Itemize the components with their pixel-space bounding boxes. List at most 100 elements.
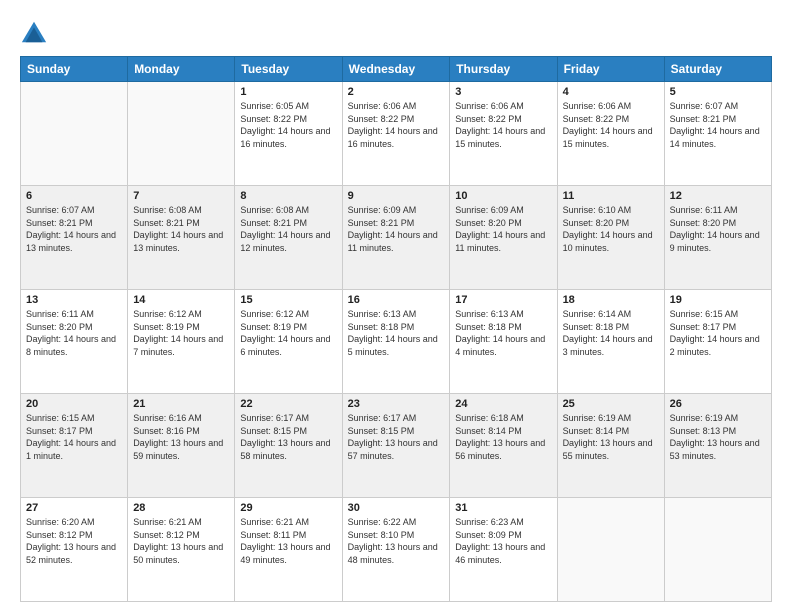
day-number: 31: [455, 502, 551, 514]
calendar-cell: [557, 498, 664, 602]
calendar-cell: 13 Sunrise: 6:11 AM Sunset: 8:20 PM Dayli…: [21, 290, 128, 394]
day-info: Sunrise: 6:21 AM Sunset: 8:12 PM Dayligh…: [133, 516, 229, 566]
day-info: Sunrise: 6:13 AM Sunset: 8:18 PM Dayligh…: [348, 308, 445, 358]
calendar-week-3: 13 Sunrise: 6:11 AM Sunset: 8:20 PM Dayli…: [21, 290, 772, 394]
day-number: 18: [563, 294, 659, 306]
day-number: 15: [240, 294, 336, 306]
day-info: Sunrise: 6:18 AM Sunset: 8:14 PM Dayligh…: [455, 412, 551, 462]
calendar-cell: 27 Sunrise: 6:20 AM Sunset: 8:12 PM Dayli…: [21, 498, 128, 602]
day-number: 23: [348, 398, 445, 410]
day-number: 9: [348, 190, 445, 202]
day-info: Sunrise: 6:09 AM Sunset: 8:20 PM Dayligh…: [455, 204, 551, 254]
day-number: 4: [563, 86, 659, 98]
day-number: 24: [455, 398, 551, 410]
weekday-sunday: Sunday: [21, 57, 128, 82]
day-info: Sunrise: 6:06 AM Sunset: 8:22 PM Dayligh…: [455, 100, 551, 150]
day-number: 1: [240, 86, 336, 98]
calendar-cell: 21 Sunrise: 6:16 AM Sunset: 8:16 PM Dayli…: [128, 394, 235, 498]
calendar-header: SundayMondayTuesdayWednesdayThursdayFrid…: [21, 57, 772, 82]
day-info: Sunrise: 6:11 AM Sunset: 8:20 PM Dayligh…: [670, 204, 766, 254]
day-info: Sunrise: 6:12 AM Sunset: 8:19 PM Dayligh…: [133, 308, 229, 358]
calendar-cell: 2Sunrise: 6:06 AM Sunset: 8:22 PM Daylig…: [342, 82, 450, 186]
weekday-saturday: Saturday: [664, 57, 771, 82]
page: SundayMondayTuesdayWednesdayThursdayFrid…: [0, 0, 792, 612]
day-number: 26: [670, 398, 766, 410]
calendar-cell: 9Sunrise: 6:09 AM Sunset: 8:21 PM Daylig…: [342, 186, 450, 290]
calendar-cell: 5 Sunrise: 6:07 AM Sunset: 8:21 PM Daylig…: [664, 82, 771, 186]
day-info: Sunrise: 6:15 AM Sunset: 8:17 PM Dayligh…: [26, 412, 122, 462]
calendar-week-1: 1Sunrise: 6:05 AM Sunset: 8:22 PM Daylig…: [21, 82, 772, 186]
calendar-cell: 11 Sunrise: 6:10 AM Sunset: 8:20 PM Dayli…: [557, 186, 664, 290]
calendar-cell: 8 Sunrise: 6:08 AM Sunset: 8:21 PM Daylig…: [235, 186, 342, 290]
day-number: 30: [348, 502, 445, 514]
day-number: 7: [133, 190, 229, 202]
day-number: 22: [240, 398, 336, 410]
day-number: 11: [563, 190, 659, 202]
calendar-cell: 15 Sunrise: 6:12 AM Sunset: 8:19 PM Dayli…: [235, 290, 342, 394]
day-info: Sunrise: 6:14 AM Sunset: 8:18 PM Dayligh…: [563, 308, 659, 358]
weekday-wednesday: Wednesday: [342, 57, 450, 82]
day-number: 17: [455, 294, 551, 306]
calendar-cell: 25 Sunrise: 6:19 AM Sunset: 8:14 PM Dayli…: [557, 394, 664, 498]
day-info: Sunrise: 6:20 AM Sunset: 8:12 PM Dayligh…: [26, 516, 122, 566]
logo-icon: [20, 18, 48, 46]
calendar-week-5: 27 Sunrise: 6:20 AM Sunset: 8:12 PM Dayli…: [21, 498, 772, 602]
day-info: Sunrise: 6:07 AM Sunset: 8:21 PM Dayligh…: [670, 100, 766, 150]
calendar-cell: 3Sunrise: 6:06 AM Sunset: 8:22 PM Daylig…: [450, 82, 557, 186]
calendar-week-4: 20 Sunrise: 6:15 AM Sunset: 8:17 PM Dayli…: [21, 394, 772, 498]
calendar-cell: 19Sunrise: 6:15 AM Sunset: 8:17 PM Dayli…: [664, 290, 771, 394]
day-number: 5: [670, 86, 766, 98]
day-info: Sunrise: 6:19 AM Sunset: 8:14 PM Dayligh…: [563, 412, 659, 462]
calendar-cell: 24 Sunrise: 6:18 AM Sunset: 8:14 PM Dayli…: [450, 394, 557, 498]
calendar-cell: [128, 82, 235, 186]
weekday-tuesday: Tuesday: [235, 57, 342, 82]
calendar-cell: 14Sunrise: 6:12 AM Sunset: 8:19 PM Dayli…: [128, 290, 235, 394]
calendar-cell: [664, 498, 771, 602]
day-number: 16: [348, 294, 445, 306]
day-info: Sunrise: 6:21 AM Sunset: 8:11 PM Dayligh…: [240, 516, 336, 566]
day-number: 13: [26, 294, 122, 306]
day-number: 2: [348, 86, 445, 98]
day-number: 25: [563, 398, 659, 410]
weekday-monday: Monday: [128, 57, 235, 82]
day-info: Sunrise: 6:08 AM Sunset: 8:21 PM Dayligh…: [240, 204, 336, 254]
calendar-cell: 20 Sunrise: 6:15 AM Sunset: 8:17 PM Dayli…: [21, 394, 128, 498]
day-number: 12: [670, 190, 766, 202]
day-info: Sunrise: 6:10 AM Sunset: 8:20 PM Dayligh…: [563, 204, 659, 254]
calendar-body: 1Sunrise: 6:05 AM Sunset: 8:22 PM Daylig…: [21, 82, 772, 602]
calendar-cell: 22Sunrise: 6:17 AM Sunset: 8:15 PM Dayli…: [235, 394, 342, 498]
calendar-table: SundayMondayTuesdayWednesdayThursdayFrid…: [20, 56, 772, 602]
day-number: 19: [670, 294, 766, 306]
calendar-cell: 18 Sunrise: 6:14 AM Sunset: 8:18 PM Dayli…: [557, 290, 664, 394]
calendar-cell: 26 Sunrise: 6:19 AM Sunset: 8:13 PM Dayli…: [664, 394, 771, 498]
calendar-cell: 17Sunrise: 6:13 AM Sunset: 8:18 PM Dayli…: [450, 290, 557, 394]
calendar-cell: 12 Sunrise: 6:11 AM Sunset: 8:20 PM Dayli…: [664, 186, 771, 290]
day-number: 21: [133, 398, 229, 410]
calendar-cell: 1Sunrise: 6:05 AM Sunset: 8:22 PM Daylig…: [235, 82, 342, 186]
calendar-cell: [21, 82, 128, 186]
calendar-cell: 30 Sunrise: 6:22 AM Sunset: 8:10 PM Dayli…: [342, 498, 450, 602]
day-info: Sunrise: 6:16 AM Sunset: 8:16 PM Dayligh…: [133, 412, 229, 462]
day-info: Sunrise: 6:12 AM Sunset: 8:19 PM Dayligh…: [240, 308, 336, 358]
day-number: 6: [26, 190, 122, 202]
calendar-cell: 29 Sunrise: 6:21 AM Sunset: 8:11 PM Dayli…: [235, 498, 342, 602]
calendar-cell: 16 Sunrise: 6:13 AM Sunset: 8:18 PM Dayli…: [342, 290, 450, 394]
calendar-cell: 10 Sunrise: 6:09 AM Sunset: 8:20 PM Dayli…: [450, 186, 557, 290]
day-number: 28: [133, 502, 229, 514]
day-number: 10: [455, 190, 551, 202]
day-number: 20: [26, 398, 122, 410]
day-info: Sunrise: 6:11 AM Sunset: 8:20 PM Dayligh…: [26, 308, 122, 358]
calendar-cell: 4 Sunrise: 6:06 AM Sunset: 8:22 PM Daylig…: [557, 82, 664, 186]
day-info: Sunrise: 6:19 AM Sunset: 8:13 PM Dayligh…: [670, 412, 766, 462]
day-info: Sunrise: 6:06 AM Sunset: 8:22 PM Dayligh…: [563, 100, 659, 150]
day-number: 29: [240, 502, 336, 514]
calendar-cell: 28 Sunrise: 6:21 AM Sunset: 8:12 PM Dayli…: [128, 498, 235, 602]
day-info: Sunrise: 6:22 AM Sunset: 8:10 PM Dayligh…: [348, 516, 445, 566]
day-number: 27: [26, 502, 122, 514]
day-info: Sunrise: 6:07 AM Sunset: 8:21 PM Dayligh…: [26, 204, 122, 254]
calendar-cell: 31Sunrise: 6:23 AM Sunset: 8:09 PM Dayli…: [450, 498, 557, 602]
day-info: Sunrise: 6:08 AM Sunset: 8:21 PM Dayligh…: [133, 204, 229, 254]
day-info: Sunrise: 6:17 AM Sunset: 8:15 PM Dayligh…: [348, 412, 445, 462]
calendar-cell: 23 Sunrise: 6:17 AM Sunset: 8:15 PM Dayli…: [342, 394, 450, 498]
day-number: 8: [240, 190, 336, 202]
